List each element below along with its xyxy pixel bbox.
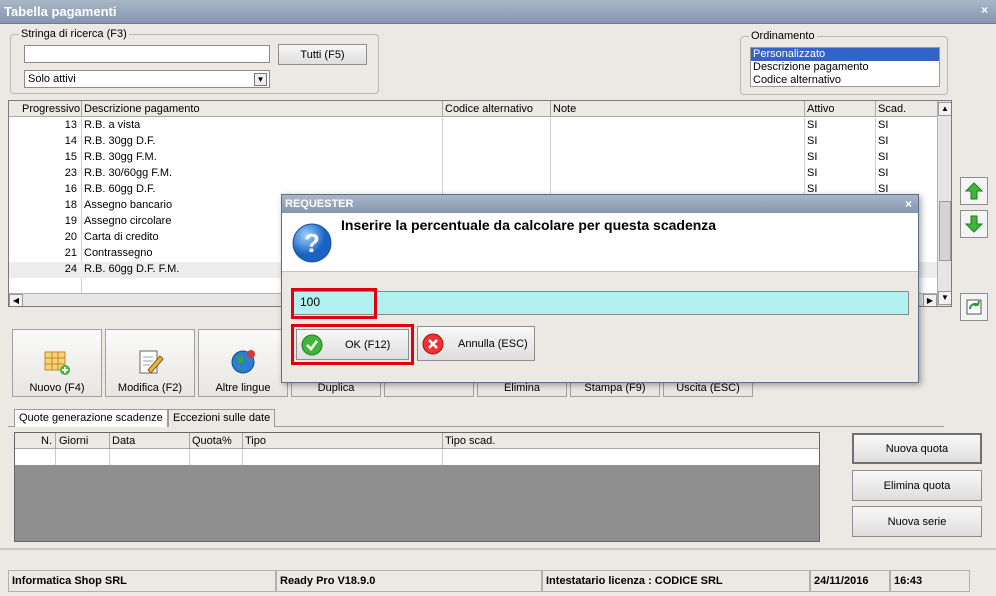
edit-icon xyxy=(139,350,164,374)
scroll-up-icon[interactable]: ▲ xyxy=(938,102,951,116)
scroll-left-icon[interactable]: ◀ xyxy=(9,294,23,306)
status-license: Intestatario licenza : CODICE SRL xyxy=(542,570,810,592)
sort-group: Ordinamento Personalizzato Descrizione p… xyxy=(740,30,948,95)
move-up-button[interactable] xyxy=(960,177,988,205)
grid-add-icon xyxy=(44,351,70,375)
table-row[interactable] xyxy=(15,449,819,465)
status-date: 24/11/2016 xyxy=(810,570,890,592)
languages-button[interactable]: Altre lingue xyxy=(198,329,288,397)
new-button-label: Nuovo (F4) xyxy=(29,382,85,394)
search-group: Stringa di ricerca (F3) Tutti (F5) Solo … xyxy=(10,28,379,94)
sort-option-codice[interactable]: Codice alternativo xyxy=(751,74,939,87)
col-descrizione[interactable]: Descrizione pagamento xyxy=(84,103,200,115)
table-row[interactable]: 15 R.B. 30gg F.M. SI SI xyxy=(9,150,937,166)
scroll-thumb[interactable] xyxy=(939,201,951,261)
dialog-titlebar: REQUESTER × xyxy=(282,195,918,213)
col-giorni[interactable]: Giorni xyxy=(59,435,88,447)
print-button-label: Stampa (F9) xyxy=(584,382,646,394)
col-quota[interactable]: Quota% xyxy=(192,435,232,447)
table-row[interactable]: 13 R.B. a vista SI SI xyxy=(9,118,937,134)
col-data[interactable]: Data xyxy=(112,435,135,447)
scroll-right-icon[interactable]: ▶ xyxy=(923,294,937,306)
vertical-scrollbar[interactable]: ▲ ▼ xyxy=(937,101,951,306)
col-codice[interactable]: Codice alternativo xyxy=(445,103,533,115)
quote-table[interactable]: N. Giorni Data Quota% Tipo Tipo scad. xyxy=(14,432,820,542)
search-input[interactable] xyxy=(24,45,270,63)
scroll-down-icon[interactable]: ▼ xyxy=(938,291,951,305)
col-tipo[interactable]: Tipo xyxy=(245,435,266,447)
status-time: 16:43 xyxy=(890,570,970,592)
refresh-icon xyxy=(966,299,982,315)
refresh-button[interactable] xyxy=(960,293,988,321)
table-header: Progressivo Descrizione pagamento Codice… xyxy=(9,101,951,117)
status-company: Informatica Shop SRL xyxy=(8,570,276,592)
exit-button-label: Uscita (ESC) xyxy=(676,382,740,394)
edit-button[interactable]: Modifica (F2) xyxy=(105,329,195,397)
tab-eccezioni[interactable]: Eccezioni sulle date xyxy=(168,409,276,427)
window-title: Tabella pagamenti xyxy=(4,4,117,19)
dialog-message: Inserire la percentuale da calcolare per… xyxy=(341,217,717,233)
ok-button-highlight: OK (F12) xyxy=(291,324,414,365)
globe-icon xyxy=(231,350,255,374)
delete-quota-button[interactable]: Elimina quota xyxy=(852,470,982,501)
arrow-down-icon xyxy=(964,215,984,233)
status-version: Ready Pro V18.9.0 xyxy=(276,570,542,592)
arrow-up-icon xyxy=(964,182,984,200)
requester-dialog: REQUESTER × ? Inserire la percentuale da… xyxy=(281,194,919,383)
sort-option-personalizzato[interactable]: Personalizzato xyxy=(751,48,939,61)
cancel-button[interactable]: Annulla (ESC) xyxy=(417,326,535,361)
new-series-button[interactable]: Nuova serie xyxy=(852,506,982,537)
chevron-down-icon[interactable]: ▼ xyxy=(254,73,267,86)
check-icon xyxy=(301,334,323,355)
languages-button-label: Altre lingue xyxy=(215,382,271,394)
filter-value: Solo attivi xyxy=(28,73,76,85)
col-scad[interactable]: Scad. xyxy=(878,103,906,115)
sort-option-descrizione[interactable]: Descrizione pagamento xyxy=(751,61,939,74)
sort-label: Ordinamento xyxy=(749,30,817,42)
dialog-close-icon[interactable]: × xyxy=(905,197,912,211)
question-icon: ? xyxy=(292,223,332,263)
new-button[interactable]: Nuovo (F4) xyxy=(12,329,102,397)
percentage-input[interactable] xyxy=(292,291,909,315)
duplicate-button-label: Duplica xyxy=(317,382,355,394)
dialog-title: REQUESTER xyxy=(285,198,354,210)
percentage-value[interactable]: 100 xyxy=(291,288,377,319)
sort-list[interactable]: Personalizzato Descrizione pagamento Cod… xyxy=(750,47,940,87)
new-quota-button[interactable]: Nuova quota xyxy=(852,433,982,464)
delete-button-label: Elimina xyxy=(503,382,541,394)
col-n[interactable]: N. xyxy=(41,435,52,447)
move-down-button[interactable] xyxy=(960,210,988,238)
col-tipo-scad[interactable]: Tipo scad. xyxy=(445,435,495,447)
all-button[interactable]: Tutti (F5) xyxy=(278,44,367,65)
edit-button-label: Modifica (F2) xyxy=(117,382,183,394)
col-progressivo[interactable]: Progressivo xyxy=(22,103,80,115)
ok-button-label: OK (F12) xyxy=(345,338,391,351)
quote-table-header: N. Giorni Data Quota% Tipo Tipo scad. xyxy=(15,433,819,449)
filter-select[interactable]: Solo attivi ▼ xyxy=(24,70,270,88)
table-row[interactable]: 14 R.B. 30gg D.F. SI SI xyxy=(9,134,937,150)
tab-quote[interactable]: Quote generazione scadenze xyxy=(14,409,168,427)
cancel-icon xyxy=(422,333,444,354)
dialog-message-area: ? Inserire la percentuale da calcolare p… xyxy=(282,213,918,271)
col-note[interactable]: Note xyxy=(553,103,576,115)
close-icon[interactable]: × xyxy=(981,3,988,17)
col-attivo[interactable]: Attivo xyxy=(807,103,835,115)
cancel-button-label: Annulla (ESC) xyxy=(458,337,528,350)
table-row[interactable]: 23 R.B. 30/60gg F.M. SI SI xyxy=(9,166,937,182)
ok-button[interactable]: OK (F12) xyxy=(296,329,409,360)
svg-text:?: ? xyxy=(304,228,320,258)
window-titlebar: Tabella pagamenti × xyxy=(0,0,996,24)
search-label: Stringa di ricerca (F3) xyxy=(19,28,129,40)
